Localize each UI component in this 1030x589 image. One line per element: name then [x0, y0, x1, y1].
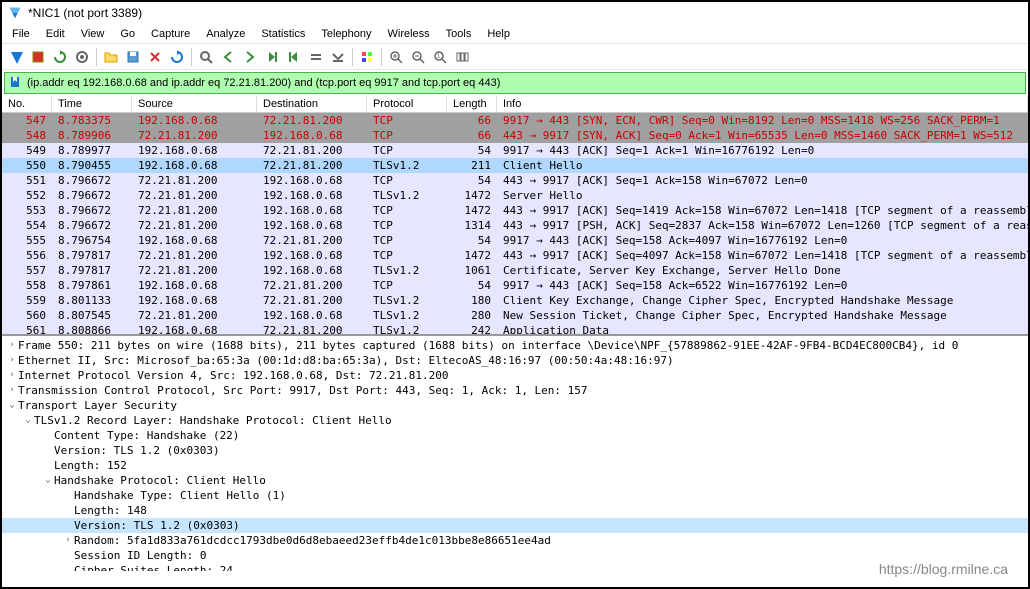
detail-line[interactable]: Length: 152	[2, 458, 1028, 473]
expander-closed-icon[interactable]: ›	[6, 368, 18, 383]
watermark-text: https://blog.rmilne.ca	[879, 561, 1008, 577]
packet-row[interactable]: 5558.796754192.168.0.6872.21.81.200TCP54…	[2, 233, 1028, 248]
auto-scroll-icon[interactable]	[328, 47, 348, 67]
detail-line[interactable]: ⌄Transport Layer Security	[2, 398, 1028, 413]
menu-edit[interactable]: Edit	[38, 26, 73, 42]
detail-line[interactable]: ›Internet Protocol Version 4, Src: 192.1…	[2, 368, 1028, 383]
menu-analyze[interactable]: Analyze	[198, 26, 253, 42]
expander-open-icon[interactable]: ⌄	[42, 473, 54, 488]
display-filter-bar	[4, 72, 1026, 94]
menu-bar: File Edit View Go Capture Analyze Statis…	[2, 24, 1028, 44]
window-titlebar: *NIC1 (not port 3389)	[2, 2, 1028, 24]
open-file-icon[interactable]	[101, 47, 121, 67]
col-header-destination[interactable]: Destination	[257, 96, 367, 112]
expander-closed-icon[interactable]: ›	[6, 338, 18, 353]
restart-capture-icon[interactable]	[50, 47, 70, 67]
col-header-protocol[interactable]: Protocol	[367, 96, 447, 112]
menu-statistics[interactable]: Statistics	[253, 26, 313, 42]
packet-row[interactable]: 5578.79781772.21.81.200192.168.0.68TLSv1…	[2, 263, 1028, 278]
packet-row[interactable]: 5508.790455192.168.0.6872.21.81.200TLSv1…	[2, 158, 1028, 173]
find-packet-icon[interactable]	[196, 47, 216, 67]
menu-help[interactable]: Help	[479, 26, 518, 42]
bookmark-filter-icon[interactable]	[9, 76, 23, 90]
go-forward-icon[interactable]	[240, 47, 260, 67]
close-file-icon[interactable]	[145, 47, 165, 67]
col-header-length[interactable]: Length	[447, 96, 497, 112]
packet-row[interactable]: 5588.797861192.168.0.6872.21.81.200TCP54…	[2, 278, 1028, 293]
menu-view[interactable]: View	[73, 26, 113, 42]
menu-capture[interactable]: Capture	[143, 26, 198, 42]
packet-row[interactable]: 5488.78990672.21.81.200192.168.0.68TCP66…	[2, 128, 1028, 143]
menu-tools[interactable]: Tools	[438, 26, 480, 42]
packet-row[interactable]: 5618.808866192.168.0.6872.21.81.200TLSv1…	[2, 323, 1028, 336]
packet-row[interactable]: 5528.79667272.21.81.200192.168.0.68TLSv1…	[2, 188, 1028, 203]
col-header-time[interactable]: Time	[52, 96, 132, 112]
go-first-icon[interactable]	[284, 47, 304, 67]
packet-row[interactable]: 5478.783375192.168.0.6872.21.81.200TCP66…	[2, 113, 1028, 128]
col-header-no[interactable]: No.	[2, 96, 52, 112]
menu-file[interactable]: File	[4, 26, 38, 42]
detail-line[interactable]: ›Frame 550: 211 bytes on wire (1688 bits…	[2, 338, 1028, 353]
display-filter-input[interactable]	[27, 77, 1021, 89]
packet-row[interactable]: 5608.80754572.21.81.200192.168.0.68TLSv1…	[2, 308, 1028, 323]
detail-line[interactable]: Session ID Length: 0	[2, 548, 1028, 563]
detail-line[interactable]: Handshake Type: Client Hello (1)	[2, 488, 1028, 503]
go-back-icon[interactable]	[218, 47, 238, 67]
packet-row[interactable]: 5598.801133192.168.0.6872.21.81.200TLSv1…	[2, 293, 1028, 308]
detail-line[interactable]: Version: TLS 1.2 (0x0303)	[2, 443, 1028, 458]
packet-row[interactable]: 5568.79781772.21.81.200192.168.0.68TCP14…	[2, 248, 1028, 263]
menu-go[interactable]: Go	[112, 26, 143, 42]
colorize-icon[interactable]	[357, 47, 377, 67]
packet-row[interactable]: 5518.79667272.21.81.200192.168.0.68TCP54…	[2, 173, 1028, 188]
detail-line[interactable]: ›Transmission Control Protocol, Src Port…	[2, 383, 1028, 398]
resize-columns-icon[interactable]	[452, 47, 472, 67]
app-icon	[8, 6, 22, 20]
detail-line[interactable]: ›Random: 5fa1d833a761dcdcc1793dbe0d6d8eb…	[2, 533, 1028, 548]
detail-line[interactable]: Length: 148	[2, 503, 1028, 518]
packet-row[interactable]: 5548.79667272.21.81.200192.168.0.68TCP13…	[2, 218, 1028, 233]
col-header-info[interactable]: Info	[497, 96, 1028, 112]
detail-line[interactable]: Content Type: Handshake (22)	[2, 428, 1028, 443]
packet-list-header: No. Time Source Destination Protocol Len…	[2, 96, 1028, 113]
go-last-icon[interactable]	[306, 47, 326, 67]
expander-open-icon[interactable]: ⌄	[22, 413, 34, 428]
menu-wireless[interactable]: Wireless	[380, 26, 438, 42]
go-to-packet-icon[interactable]	[262, 47, 282, 67]
reload-file-icon[interactable]	[167, 47, 187, 67]
expander-open-icon[interactable]: ⌄	[6, 398, 18, 413]
detail-line[interactable]: Cipher Suites Length: 24	[2, 563, 1028, 571]
main-toolbar: 1	[2, 44, 1028, 70]
expander-closed-icon[interactable]: ›	[6, 383, 18, 398]
zoom-out-icon[interactable]	[408, 47, 428, 67]
col-header-source[interactable]: Source	[132, 96, 257, 112]
zoom-in-icon[interactable]	[386, 47, 406, 67]
detail-line[interactable]: ⌄TLSv1.2 Record Layer: Handshake Protoco…	[2, 413, 1028, 428]
expander-closed-icon[interactable]: ›	[62, 533, 74, 548]
packet-row[interactable]: 5498.789977192.168.0.6872.21.81.200TCP54…	[2, 143, 1028, 158]
menu-telephony[interactable]: Telephony	[313, 26, 379, 42]
capture-options-icon[interactable]	[72, 47, 92, 67]
packet-list-pane[interactable]: No. Time Source Destination Protocol Len…	[2, 96, 1028, 336]
zoom-reset-icon[interactable]: 1	[430, 47, 450, 67]
detail-line[interactable]: ›Ethernet II, Src: Microsof_ba:65:3a (00…	[2, 353, 1028, 368]
stop-capture-icon[interactable]	[28, 47, 48, 67]
packet-row[interactable]: 5538.79667272.21.81.200192.168.0.68TCP14…	[2, 203, 1028, 218]
save-file-icon[interactable]	[123, 47, 143, 67]
detail-line[interactable]: Version: TLS 1.2 (0x0303)	[2, 518, 1028, 533]
start-capture-icon[interactable]	[6, 47, 26, 67]
packet-details-pane[interactable]: ›Frame 550: 211 bytes on wire (1688 bits…	[2, 336, 1028, 571]
detail-line[interactable]: ⌄Handshake Protocol: Client Hello	[2, 473, 1028, 488]
window-title: *NIC1 (not port 3389)	[28, 6, 142, 20]
expander-closed-icon[interactable]: ›	[6, 353, 18, 368]
